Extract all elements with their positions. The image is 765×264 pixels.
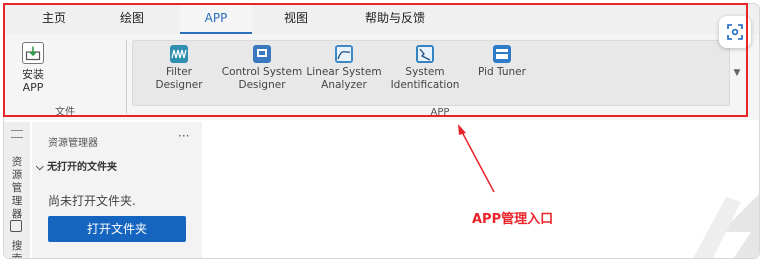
background-logo-decoration <box>693 194 759 258</box>
control-system-designer-icon <box>253 45 271 63</box>
explorer-title: 资源管理器 <box>48 138 98 149</box>
app-linear-system-analyzer[interactable]: Linear System Analyzer <box>305 45 383 92</box>
app-name-line1: Control System <box>221 66 303 78</box>
tab-view[interactable]: 视图 <box>266 4 326 34</box>
activity-bar: 资源管理器 搜索 <box>4 122 30 258</box>
install-app-icon <box>22 42 44 64</box>
scan-icon <box>727 24 743 40</box>
app-pid-tuner[interactable]: Pid Tuner <box>469 45 535 79</box>
file-section-title: 文件 <box>55 107 75 118</box>
gallery-expand-button[interactable]: ▼ <box>730 40 744 106</box>
pid-tuner-icon <box>493 45 511 63</box>
open-folder-button[interactable]: 打开文件夹 <box>48 216 186 242</box>
scan-screen-button[interactable] <box>719 16 751 48</box>
install-app-button[interactable]: 安装 APP <box>10 40 56 94</box>
explorer-panel: 资源管理器 ··· ⌵ 无打开的文件夹 尚未打开文件夹. 打开文件夹 <box>32 122 202 258</box>
tab-home[interactable]: 主页 <box>24 4 84 34</box>
app-name-line1: Linear System <box>306 66 382 78</box>
tab-plot[interactable]: 绘图 <box>102 4 162 34</box>
app-name-line1: System <box>405 66 445 78</box>
tab-help-feedback[interactable]: 帮助与反馈 <box>350 4 440 34</box>
folder-header-label: 无打开的文件夹 <box>47 162 118 173</box>
empty-folder-text: 尚未打开文件夹. <box>48 194 136 208</box>
sidebar-tab-search[interactable]: 搜索 <box>10 240 24 258</box>
menu-icon[interactable] <box>11 130 23 138</box>
app-name-line2: Designer <box>238 79 286 91</box>
app-window: 主页 绘图 APP 视图 帮助与反馈 安装 APP 文件 APP Filter … <box>3 3 760 259</box>
more-options-icon[interactable]: ··· <box>178 129 189 143</box>
ribbon-toolbar: 安装 APP 文件 APP Filter Designer Control Sy… <box>4 34 759 120</box>
app-gallery: Filter Designer Control System Designer … <box>132 40 730 106</box>
main-editor-area <box>204 122 759 258</box>
copy-icon[interactable] <box>10 220 22 232</box>
ribbon-tab-bar: 主页 绘图 APP 视图 帮助与反馈 <box>4 4 759 34</box>
app-name-line2: Analyzer <box>321 79 367 91</box>
app-filter-designer[interactable]: Filter Designer <box>141 45 217 92</box>
file-section: 安装 APP 文件 <box>4 34 126 120</box>
app-name-line2: Identification <box>390 79 460 91</box>
app-system-identification[interactable]: System Identification <box>387 45 463 92</box>
tab-app[interactable]: APP <box>180 4 252 34</box>
app-name-line1: Filter Designer <box>155 66 203 91</box>
annotation-label: APP管理入口 <box>472 212 554 227</box>
app-section-title: APP <box>430 107 450 118</box>
no-folder-header[interactable]: ⌵ 无打开的文件夹 <box>36 158 117 173</box>
chevron-down-icon: ⌵ <box>36 162 48 173</box>
linear-system-analyzer-icon <box>335 45 353 63</box>
triangle-down-icon: ▼ <box>733 68 741 78</box>
install-app-label-line2: APP <box>22 81 44 94</box>
app-name-line1: Pid Tuner <box>478 66 526 78</box>
sidebar-tab-explorer[interactable]: 资源管理器 <box>10 156 24 221</box>
filter-designer-icon <box>170 45 188 63</box>
app-control-system-designer[interactable]: Control System Designer <box>221 45 303 92</box>
install-app-label-line1: 安装 <box>22 68 44 81</box>
system-identification-icon <box>416 45 434 63</box>
